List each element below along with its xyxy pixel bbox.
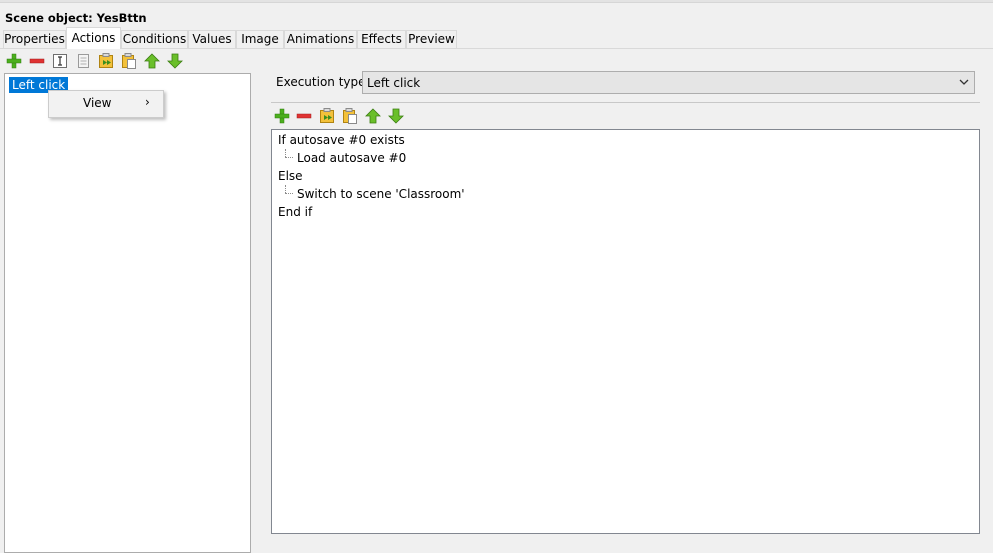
- paste-action-icon[interactable]: [342, 108, 358, 124]
- move-up-icon[interactable]: [144, 53, 160, 69]
- action-item[interactable]: Switch to scene 'Classroom': [297, 187, 465, 201]
- add-icon[interactable]: [6, 53, 22, 69]
- execution-type-dropdown[interactable]: [362, 71, 975, 94]
- move-action-down-icon[interactable]: [388, 108, 404, 124]
- chevron-down-icon[interactable]: [957, 75, 971, 89]
- paste-icon[interactable]: [121, 53, 137, 69]
- tab-values[interactable]: Values: [188, 30, 236, 48]
- action-item[interactable]: End if: [278, 205, 312, 219]
- action-item[interactable]: Else: [278, 169, 303, 183]
- context-menu-item-view[interactable]: View: [83, 96, 111, 110]
- add-action-icon[interactable]: [274, 108, 290, 124]
- tree-connector: [285, 193, 293, 194]
- tab-effects[interactable]: Effects: [357, 30, 406, 48]
- tab-conditions[interactable]: Conditions: [121, 30, 188, 48]
- tree-connector: [285, 157, 293, 158]
- submenu-arrow-icon: ›: [145, 95, 150, 109]
- tree-connector: [285, 149, 286, 157]
- tab-animations[interactable]: Animations: [284, 30, 357, 48]
- remove-icon[interactable]: [29, 53, 45, 69]
- tab-actions[interactable]: Actions: [66, 27, 121, 49]
- window-top-border: [0, 0, 993, 3]
- tree-connector: [285, 185, 286, 193]
- tab-properties[interactable]: Properties: [3, 30, 66, 48]
- execution-type-value: Left click: [367, 76, 421, 90]
- tab-preview[interactable]: Preview: [406, 30, 457, 48]
- move-action-up-icon[interactable]: [365, 108, 381, 124]
- event-list[interactable]: [4, 73, 251, 553]
- rename-icon[interactable]: [52, 53, 68, 69]
- duplicate-action-icon[interactable]: [319, 108, 335, 124]
- action-item[interactable]: If autosave #0 exists: [278, 133, 405, 147]
- tab-strip-baseline: [0, 48, 993, 49]
- duplicate-icon[interactable]: [98, 53, 114, 69]
- copy-icon[interactable]: [75, 53, 91, 69]
- window-title: Scene object: YesBttn: [5, 11, 147, 25]
- move-down-icon[interactable]: [167, 53, 183, 69]
- separator: [271, 102, 980, 103]
- execution-type-label: Execution type: [276, 75, 366, 89]
- tab-image[interactable]: Image: [236, 30, 284, 48]
- remove-action-icon[interactable]: [296, 108, 312, 124]
- action-item[interactable]: Load autosave #0: [297, 151, 406, 165]
